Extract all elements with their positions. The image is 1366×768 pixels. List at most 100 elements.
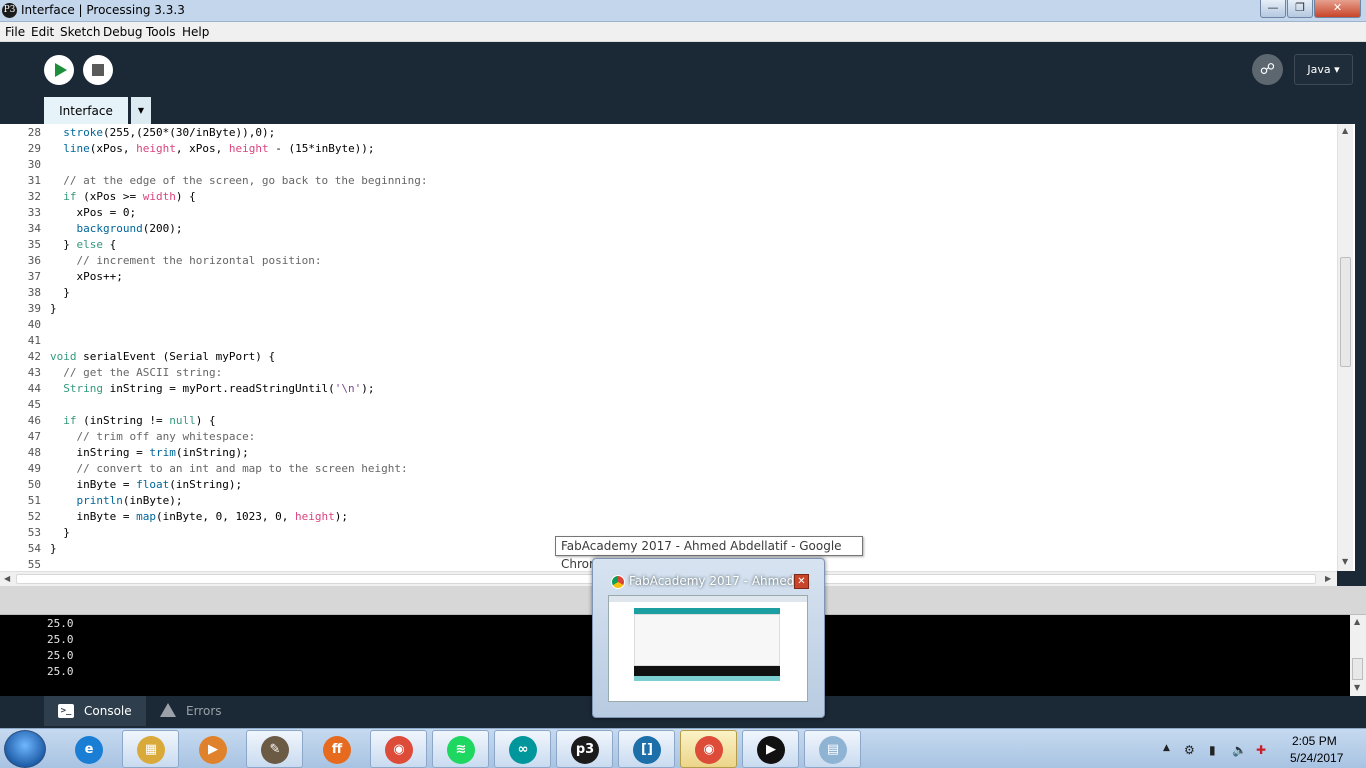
code-text[interactable]: inByte = float(inString); <box>50 477 242 493</box>
code-text[interactable]: } <box>50 301 57 317</box>
scroll-up-icon[interactable]: ▲ <box>1342 126 1348 135</box>
taskbar-button-arduino[interactable]: ∞ <box>494 730 551 768</box>
scroll-thumb[interactable] <box>1340 257 1351 367</box>
taskbar-button-internet-explorer[interactable]: e <box>60 730 117 768</box>
taskbar-button-firefox[interactable]: ff <box>308 730 365 768</box>
code-line[interactable]: 40 <box>0 317 1335 333</box>
tab-interface[interactable]: Interface <box>44 97 128 124</box>
code-line[interactable]: 38 } <box>0 285 1335 301</box>
code-line[interactable]: 28 stroke(255,(250*(30/inByte)),0); <box>0 125 1335 141</box>
taskbar-button-file-explorer[interactable]: ▦ <box>122 730 179 768</box>
code-line[interactable]: 29 line(xPos, height, xPos, height - (15… <box>0 141 1335 157</box>
menu-file[interactable]: File <box>5 25 25 39</box>
code-line[interactable]: 43 // get the ASCII string: <box>0 365 1335 381</box>
scroll-down-icon[interactable]: ▼ <box>1354 683 1360 692</box>
code-text[interactable]: inString = trim(inString); <box>50 445 248 461</box>
code-text[interactable]: xPos = 0; <box>50 205 136 221</box>
debugger-toggle-button[interactable]: ☍ <box>1252 54 1283 85</box>
code-line[interactable]: 31 // at the edge of the screen, go back… <box>0 173 1335 189</box>
code-line[interactable]: 46 if (inString != null) { <box>0 413 1335 429</box>
taskbar-button-player[interactable]: ▶ <box>742 730 799 768</box>
code-line[interactable]: 48 inString = trim(inString); <box>0 445 1335 461</box>
code-line[interactable]: 33 xPos = 0; <box>0 205 1335 221</box>
run-button[interactable] <box>44 55 74 85</box>
preview-thumbnail[interactable] <box>608 595 808 702</box>
menu-tools[interactable]: Tools <box>146 25 176 39</box>
code-text[interactable]: void serialEvent (Serial myPort) { <box>50 349 275 365</box>
minimize-button[interactable]: — <box>1260 0 1286 18</box>
taskbar-button-chrome[interactable]: ◉ <box>370 730 427 768</box>
scroll-down-icon[interactable]: ▼ <box>1342 557 1348 566</box>
code-text[interactable]: } <box>50 285 70 301</box>
code-text[interactable]: xPos++; <box>50 269 122 285</box>
clock-time[interactable]: 2:05 PM <box>1292 734 1337 748</box>
code-text[interactable]: // increment the horizontal position: <box>50 253 322 269</box>
menu-edit[interactable]: Edit <box>31 25 54 39</box>
network-icon[interactable]: ▮ <box>1209 743 1216 757</box>
taskbar-button-brackets[interactable]: [] <box>618 730 675 768</box>
show-hidden-icons-icon[interactable]: ▲ <box>1163 743 1170 753</box>
taskbar-button-spotify[interactable]: ≋ <box>432 730 489 768</box>
code-line[interactable]: 41 <box>0 333 1335 349</box>
code-line[interactable]: 49 // convert to an int and map to the s… <box>0 461 1335 477</box>
code-text[interactable]: } <box>50 525 70 541</box>
code-line[interactable]: 35 } else { <box>0 237 1335 253</box>
tab-errors[interactable]: Errors <box>148 696 238 726</box>
tab-console[interactable]: >_ Console <box>44 696 146 726</box>
volume-icon[interactable]: 🔈 <box>1232 743 1247 757</box>
taskbar-button-media-player[interactable]: ▶ <box>184 730 241 768</box>
code-text[interactable]: } <box>50 541 57 557</box>
taskbar-button-notepad[interactable]: ▤ <box>804 730 861 768</box>
code-line[interactable]: 39} <box>0 301 1335 317</box>
start-button[interactable] <box>4 730 46 768</box>
code-text[interactable]: // convert to an int and map to the scre… <box>50 461 408 477</box>
code-line[interactable]: 37 xPos++; <box>0 269 1335 285</box>
scroll-right-icon[interactable]: ▶ <box>1325 574 1331 583</box>
code-editor[interactable]: 28 stroke(255,(250*(30/inByte)),0); 29 li… <box>0 124 1355 571</box>
code-text[interactable]: stroke(255,(250*(30/inByte)),0); <box>50 125 275 141</box>
maximize-button[interactable]: ❐ <box>1287 0 1313 18</box>
code-text[interactable]: // trim off any whitespace: <box>50 429 256 445</box>
menu-help[interactable]: Help <box>182 25 209 39</box>
code-line[interactable]: 50 inByte = float(inString); <box>0 477 1335 493</box>
code-line[interactable]: 32 if (xPos >= width) { <box>0 189 1335 205</box>
window-titlebar[interactable]: P3 Interface | Processing 3.3.3 — ❐ ✕ <box>0 0 1366 22</box>
code-text[interactable]: // get the ASCII string: <box>50 365 222 381</box>
scroll-up-icon[interactable]: ▲ <box>1354 617 1360 626</box>
code-text[interactable]: background(200); <box>50 221 183 237</box>
clock-date[interactable]: 5/24/2017 <box>1290 751 1343 765</box>
code-line[interactable]: 34 background(200); <box>0 221 1335 237</box>
preview-close-button[interactable]: ✕ <box>794 574 809 589</box>
code-line[interactable]: 51 println(inByte); <box>0 493 1335 509</box>
code-line[interactable]: 47 // trim off any whitespace: <box>0 429 1335 445</box>
code-line[interactable]: 52 inByte = map(inByte, 0, 1023, 0, heig… <box>0 509 1335 525</box>
editor-vertical-scrollbar[interactable]: ▲ ▼ <box>1337 124 1353 571</box>
menu-sketch[interactable]: Sketch <box>60 25 100 39</box>
tab-menu-button[interactable]: ▼ <box>131 97 151 124</box>
taskbar-window-preview[interactable]: FabAcademy 2017 - Ahmed ... ✕ <box>592 558 825 718</box>
stop-button[interactable] <box>83 55 113 85</box>
code-line[interactable]: 42 void serialEvent (Serial myPort) { <box>0 349 1335 365</box>
code-line[interactable]: 45 <box>0 397 1335 413</box>
menu-debug[interactable]: Debug <box>103 25 142 39</box>
mode-selector[interactable]: Java ▾ <box>1294 54 1353 85</box>
code-text[interactable]: if (inString != null) { <box>50 413 215 429</box>
scroll-left-icon[interactable]: ◀ <box>4 574 10 583</box>
code-text[interactable]: } else { <box>50 237 116 253</box>
code-text[interactable]: println(inByte); <box>50 493 183 509</box>
antivirus-icon[interactable]: ✚ <box>1256 743 1266 757</box>
code-text[interactable]: line(xPos, height, xPos, height - (15*in… <box>50 141 374 157</box>
taskbar-button-gimp[interactable]: ✎ <box>246 730 303 768</box>
console-scroll-thumb[interactable] <box>1352 658 1363 680</box>
taskbar-button-processing[interactable]: p3 <box>556 730 613 768</box>
code-line[interactable]: 36 // increment the horizontal position: <box>0 253 1335 269</box>
close-button[interactable]: ✕ <box>1314 0 1361 18</box>
code-text[interactable]: if (xPos >= width) { <box>50 189 195 205</box>
code-text[interactable]: inByte = map(inByte, 0, 1023, 0, height)… <box>50 509 348 525</box>
taskbar-button-chrome-2[interactable]: ◉ <box>680 730 737 768</box>
device-icon[interactable]: ⚙ <box>1184 743 1195 757</box>
code-line[interactable]: 44 String inString = myPort.readStringUn… <box>0 381 1335 397</box>
code-text[interactable]: // at the edge of the screen, go back to… <box>50 173 427 189</box>
code-line[interactable]: 30 <box>0 157 1335 173</box>
code-text[interactable]: String inString = myPort.readStringUntil… <box>50 381 374 397</box>
